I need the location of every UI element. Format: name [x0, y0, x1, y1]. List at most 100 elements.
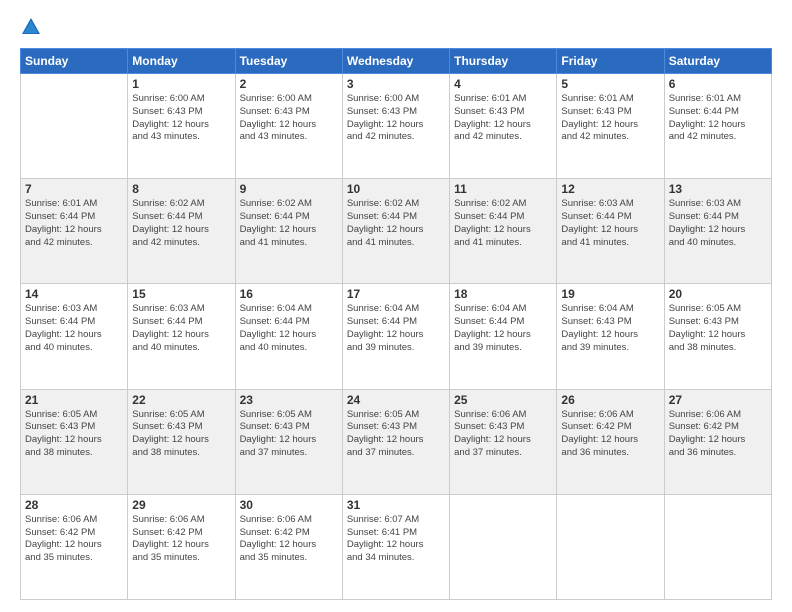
day-number: 11	[454, 182, 552, 196]
calendar-cell: 24 Sunrise: 6:05 AMSunset: 6:43 PMDayligh…	[342, 389, 449, 494]
cell-info: Sunrise: 6:06 AMSunset: 6:42 PMDaylight:…	[561, 409, 659, 460]
calendar-cell: 14 Sunrise: 6:03 AMSunset: 6:44 PMDayligh…	[21, 284, 128, 389]
day-number: 28	[25, 498, 123, 512]
calendar-cell: 18Sunrise: 6:04 AMSunset: 6:44 PMDayligh…	[450, 284, 557, 389]
day-number: 3	[347, 77, 445, 91]
day-number: 27	[669, 393, 767, 407]
calendar-cell: 20 Sunrise: 6:05 AMSunset: 6:43 PMDayligh…	[664, 284, 771, 389]
calendar-cell: 17 Sunrise: 6:04 AMSunset: 6:44 PMDayligh…	[342, 284, 449, 389]
cell-info: Sunrise: 6:04 AMSunset: 6:44 PMDaylight:…	[240, 303, 338, 354]
calendar-cell: 26Sunrise: 6:06 AMSunset: 6:42 PMDayligh…	[557, 389, 664, 494]
day-number: 9	[240, 182, 338, 196]
calendar-cell: 10 Sunrise: 6:02 AMSunset: 6:44 PMDayligh…	[342, 179, 449, 284]
day-number: 13	[669, 182, 767, 196]
calendar-header-row: SundayMondayTuesdayWednesdayThursdayFrid…	[21, 49, 772, 74]
cell-info: Sunrise: 6:00 AMSunset: 6:43 PMDaylight:…	[347, 93, 445, 144]
cell-info: Sunrise: 6:02 AMSunset: 6:44 PMDaylight:…	[240, 198, 338, 249]
cell-info: Sunrise: 6:05 AMSunset: 6:43 PMDaylight:…	[132, 409, 230, 460]
calendar-cell: 13 Sunrise: 6:03 AMSunset: 6:44 PMDayligh…	[664, 179, 771, 284]
calendar-cell: 15Sunrise: 6:03 AMSunset: 6:44 PMDayligh…	[128, 284, 235, 389]
calendar-cell: 11 Sunrise: 6:02 AMSunset: 6:44 PMDayligh…	[450, 179, 557, 284]
header	[20, 16, 772, 38]
day-number: 2	[240, 77, 338, 91]
calendar-cell: 8 Sunrise: 6:02 AMSunset: 6:44 PMDaylight…	[128, 179, 235, 284]
cell-info: Sunrise: 6:05 AMSunset: 6:43 PMDaylight:…	[25, 409, 123, 460]
calendar-cell: 31 Sunrise: 6:07 AMSunset: 6:41 PMDayligh…	[342, 494, 449, 599]
day-number: 6	[669, 77, 767, 91]
calendar-table: SundayMondayTuesdayWednesdayThursdayFrid…	[20, 48, 772, 600]
calendar-cell: 27 Sunrise: 6:06 AMSunset: 6:42 PMDayligh…	[664, 389, 771, 494]
cell-info: Sunrise: 6:01 AMSunset: 6:43 PMDaylight:…	[561, 93, 659, 144]
day-number: 10	[347, 182, 445, 196]
calendar-cell: 16 Sunrise: 6:04 AMSunset: 6:44 PMDayligh…	[235, 284, 342, 389]
day-number: 8	[132, 182, 230, 196]
calendar-day-header: Saturday	[664, 49, 771, 74]
day-number: 14	[25, 287, 123, 301]
calendar-day-header: Sunday	[21, 49, 128, 74]
cell-info: Sunrise: 6:02 AMSunset: 6:44 PMDaylight:…	[132, 198, 230, 249]
calendar-day-header: Monday	[128, 49, 235, 74]
day-number: 20	[669, 287, 767, 301]
calendar-day-header: Wednesday	[342, 49, 449, 74]
day-number: 23	[240, 393, 338, 407]
day-number: 21	[25, 393, 123, 407]
calendar-week-row: 1 Sunrise: 6:00 AMSunset: 6:43 PMDaylight…	[21, 74, 772, 179]
cell-info: Sunrise: 6:02 AMSunset: 6:44 PMDaylight:…	[454, 198, 552, 249]
day-number: 30	[240, 498, 338, 512]
day-number: 31	[347, 498, 445, 512]
cell-info: Sunrise: 6:01 AMSunset: 6:44 PMDaylight:…	[669, 93, 767, 144]
calendar-cell: 5Sunrise: 6:01 AMSunset: 6:43 PMDaylight…	[557, 74, 664, 179]
calendar-cell	[450, 494, 557, 599]
cell-info: Sunrise: 6:06 AMSunset: 6:43 PMDaylight:…	[454, 409, 552, 460]
day-number: 16	[240, 287, 338, 301]
cell-info: Sunrise: 6:06 AMSunset: 6:42 PMDaylight:…	[25, 514, 123, 565]
calendar-cell: 30 Sunrise: 6:06 AMSunset: 6:42 PMDayligh…	[235, 494, 342, 599]
day-number: 17	[347, 287, 445, 301]
logo-icon	[20, 16, 42, 38]
logo	[20, 16, 46, 38]
cell-info: Sunrise: 6:05 AMSunset: 6:43 PMDaylight:…	[347, 409, 445, 460]
day-number: 29	[132, 498, 230, 512]
day-number: 12	[561, 182, 659, 196]
cell-info: Sunrise: 6:03 AMSunset: 6:44 PMDaylight:…	[561, 198, 659, 249]
calendar-day-header: Friday	[557, 49, 664, 74]
calendar-cell: 29 Sunrise: 6:06 AMSunset: 6:42 PMDayligh…	[128, 494, 235, 599]
cell-info: Sunrise: 6:03 AMSunset: 6:44 PMDaylight:…	[669, 198, 767, 249]
cell-info: Sunrise: 6:03 AMSunset: 6:44 PMDaylight:…	[25, 303, 123, 354]
day-number: 7	[25, 182, 123, 196]
calendar-cell: 12 Sunrise: 6:03 AMSunset: 6:44 PMDayligh…	[557, 179, 664, 284]
cell-info: Sunrise: 6:06 AMSunset: 6:42 PMDaylight:…	[669, 409, 767, 460]
cell-info: Sunrise: 6:04 AMSunset: 6:44 PMDaylight:…	[454, 303, 552, 354]
calendar-week-row: 21 Sunrise: 6:05 AMSunset: 6:43 PMDayligh…	[21, 389, 772, 494]
cell-info: Sunrise: 6:00 AMSunset: 6:43 PMDaylight:…	[240, 93, 338, 144]
day-number: 19	[561, 287, 659, 301]
calendar-cell: 22 Sunrise: 6:05 AMSunset: 6:43 PMDayligh…	[128, 389, 235, 494]
calendar-cell	[664, 494, 771, 599]
calendar-cell: 21 Sunrise: 6:05 AMSunset: 6:43 PMDayligh…	[21, 389, 128, 494]
cell-info: Sunrise: 6:02 AMSunset: 6:44 PMDaylight:…	[347, 198, 445, 249]
cell-info: Sunrise: 6:05 AMSunset: 6:43 PMDaylight:…	[669, 303, 767, 354]
cell-info: Sunrise: 6:00 AMSunset: 6:43 PMDaylight:…	[132, 93, 230, 144]
cell-info: Sunrise: 6:05 AMSunset: 6:43 PMDaylight:…	[240, 409, 338, 460]
page: SundayMondayTuesdayWednesdayThursdayFrid…	[0, 0, 792, 612]
calendar-day-header: Tuesday	[235, 49, 342, 74]
calendar-cell: 7 Sunrise: 6:01 AMSunset: 6:44 PMDaylight…	[21, 179, 128, 284]
calendar-cell: 28 Sunrise: 6:06 AMSunset: 6:42 PMDayligh…	[21, 494, 128, 599]
calendar-cell: 25 Sunrise: 6:06 AMSunset: 6:43 PMDayligh…	[450, 389, 557, 494]
cell-info: Sunrise: 6:07 AMSunset: 6:41 PMDaylight:…	[347, 514, 445, 565]
calendar-cell: 3 Sunrise: 6:00 AMSunset: 6:43 PMDaylight…	[342, 74, 449, 179]
calendar-week-row: 28 Sunrise: 6:06 AMSunset: 6:42 PMDayligh…	[21, 494, 772, 599]
calendar-cell: 1 Sunrise: 6:00 AMSunset: 6:43 PMDaylight…	[128, 74, 235, 179]
day-number: 24	[347, 393, 445, 407]
cell-info: Sunrise: 6:06 AMSunset: 6:42 PMDaylight:…	[132, 514, 230, 565]
cell-info: Sunrise: 6:01 AMSunset: 6:44 PMDaylight:…	[25, 198, 123, 249]
calendar-cell: 6 Sunrise: 6:01 AMSunset: 6:44 PMDaylight…	[664, 74, 771, 179]
day-number: 1	[132, 77, 230, 91]
day-number: 22	[132, 393, 230, 407]
cell-info: Sunrise: 6:06 AMSunset: 6:42 PMDaylight:…	[240, 514, 338, 565]
calendar-cell: 2 Sunrise: 6:00 AMSunset: 6:43 PMDaylight…	[235, 74, 342, 179]
day-number: 4	[454, 77, 552, 91]
cell-info: Sunrise: 6:01 AMSunset: 6:43 PMDaylight:…	[454, 93, 552, 144]
day-number: 25	[454, 393, 552, 407]
cell-info: Sunrise: 6:04 AMSunset: 6:44 PMDaylight:…	[347, 303, 445, 354]
